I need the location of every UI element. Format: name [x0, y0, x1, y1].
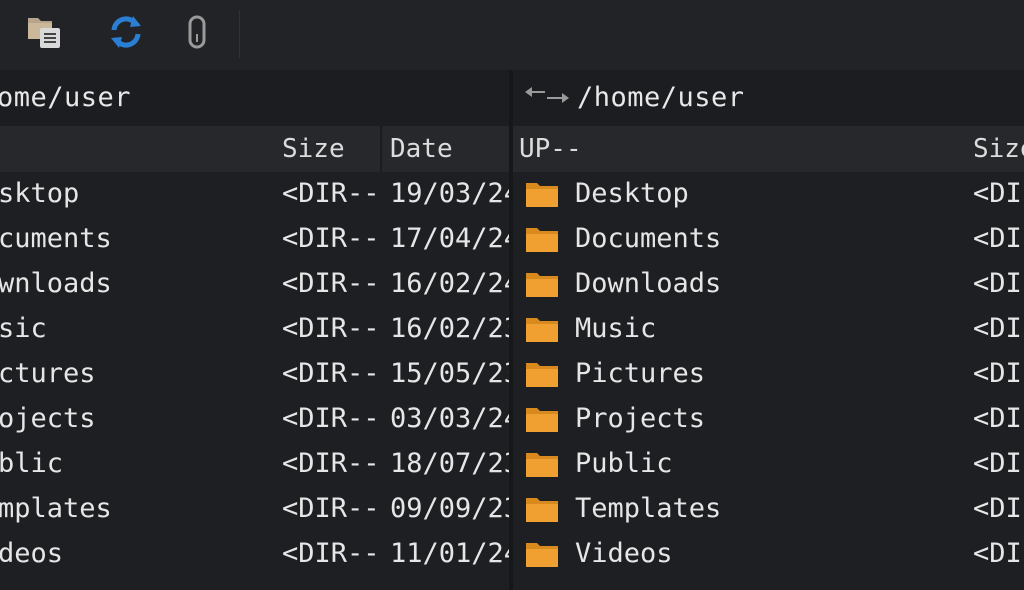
- file-date: 11/01/24: [390, 538, 509, 569]
- right-header-name[interactable]: UP--: [519, 134, 582, 164]
- file-size: <DI: [973, 493, 1022, 524]
- list-item[interactable]: sic <DIR-- 16/02/23: [0, 307, 509, 352]
- list-item[interactable]: cuments <DIR-- 17/04/24: [0, 217, 509, 262]
- file-size: <DIR--: [282, 448, 380, 479]
- file-name: mplates: [0, 493, 112, 524]
- list-item[interactable]: ojects <DIR-- 03/03/24: [0, 397, 509, 442]
- file-date: 15/05/23: [390, 358, 509, 389]
- file-name: sktop: [0, 178, 80, 209]
- file-date: 19/03/24: [390, 178, 509, 209]
- file-date: 16/02/23: [390, 313, 509, 344]
- file-name: Documents: [575, 223, 722, 254]
- folder-icon: [526, 498, 558, 522]
- right-path-bar[interactable]: /home/user: [513, 70, 1024, 126]
- folder-icon: [526, 228, 558, 252]
- folder-icon: [526, 453, 558, 477]
- left-header-size[interactable]: Size: [282, 134, 345, 164]
- list-item[interactable]: sktop <DIR-- 19/03/24: [0, 172, 509, 217]
- file-properties-button[interactable]: [22, 10, 66, 54]
- file-size: <DIR--: [282, 403, 380, 434]
- file-size: <DI: [973, 268, 1022, 299]
- file-name: cuments: [0, 223, 112, 254]
- list-item[interactable]: ctures <DIR-- 15/05/23: [0, 352, 509, 397]
- file-size: <DI: [973, 313, 1022, 344]
- right-column-header: UP-- Size: [513, 126, 1024, 172]
- list-item[interactable]: Desktop <DI: [513, 172, 1024, 217]
- left-header-date[interactable]: Date: [390, 134, 453, 164]
- list-item[interactable]: deos <DIR-- 11/01/24: [0, 532, 509, 577]
- file-name: deos: [0, 538, 64, 569]
- file-name: ctures: [0, 358, 96, 389]
- list-item[interactable]: Templates <DI: [513, 487, 1024, 532]
- toolbar: [0, 0, 1024, 71]
- file-size: <DIR--: [282, 178, 380, 209]
- file-size: <DIR--: [282, 493, 380, 524]
- file-date: 18/07/23: [390, 448, 509, 479]
- list-item[interactable]: wnloads <DIR-- 16/02/24: [0, 262, 509, 307]
- back-forward-arrows-icon[interactable]: [523, 84, 571, 110]
- file-name: blic: [0, 448, 64, 479]
- column-separator[interactable]: [380, 126, 382, 172]
- file-name: Downloads: [575, 268, 722, 299]
- folder-icon: [526, 363, 558, 387]
- file-size: <DI: [973, 538, 1022, 569]
- toolbar-separator: [239, 10, 240, 58]
- file-date: 09/09/23: [390, 493, 509, 524]
- right-panel[interactable]: /home/user UP-- Size Desktop <DI Documen…: [513, 70, 1024, 590]
- folder-icon: [526, 183, 558, 207]
- file-name: ojects: [0, 403, 96, 434]
- file-name: wnloads: [0, 268, 112, 299]
- drive-icon: [188, 15, 206, 49]
- file-size: <DIR--: [282, 538, 380, 569]
- file-size: <DIR--: [282, 223, 380, 254]
- file-date: 17/04/24: [390, 223, 509, 254]
- file-size: <DIR--: [282, 313, 380, 344]
- file-size: <DI: [973, 403, 1022, 434]
- mount-button[interactable]: [175, 10, 219, 54]
- left-path-bar[interactable]: ome/user: [0, 70, 509, 126]
- left-column-header: Size Date: [0, 126, 509, 172]
- file-size: <DI: [973, 178, 1022, 209]
- list-item[interactable]: blic <DIR-- 18/07/23: [0, 442, 509, 487]
- list-item[interactable]: Downloads <DI: [513, 262, 1024, 307]
- list-item[interactable]: mplates <DIR-- 09/09/23: [0, 487, 509, 532]
- folder-icon: [526, 408, 558, 432]
- refresh-icon: [111, 16, 141, 48]
- list-item[interactable]: Public <DI: [513, 442, 1024, 487]
- list-item[interactable]: Pictures <DI: [513, 352, 1024, 397]
- file-size: <DI: [973, 358, 1022, 389]
- file-date: 16/02/24: [390, 268, 509, 299]
- list-item[interactable]: Documents <DI: [513, 217, 1024, 262]
- file-name: Projects: [575, 403, 706, 434]
- file-size: <DI: [973, 448, 1022, 479]
- file-name: Pictures: [575, 358, 706, 389]
- list-item[interactable]: Videos <DI: [513, 532, 1024, 577]
- folder-icon: [526, 543, 558, 567]
- file-name: Templates: [575, 493, 722, 524]
- folder-icon: [526, 273, 558, 297]
- file-size: <DIR--: [282, 358, 380, 389]
- list-item[interactable]: Projects <DI: [513, 397, 1024, 442]
- right-path[interactable]: /home/user: [577, 82, 745, 113]
- refresh-button[interactable]: [104, 10, 148, 54]
- list-item[interactable]: Music <DI: [513, 307, 1024, 352]
- folder-icon: [526, 318, 558, 342]
- left-panel[interactable]: ome/user Size Date sktop <DIR-- 19/03/24…: [0, 70, 509, 590]
- folder-document-icon: [28, 18, 60, 48]
- file-name: Desktop: [575, 178, 689, 209]
- file-size: <DIR--: [282, 268, 380, 299]
- file-name: Music: [575, 313, 657, 344]
- file-date: 03/03/24: [390, 403, 509, 434]
- file-size: <DI: [973, 223, 1022, 254]
- right-header-size[interactable]: Size: [973, 134, 1024, 164]
- file-name: sic: [0, 313, 47, 344]
- file-name: Public: [575, 448, 673, 479]
- file-name: Videos: [575, 538, 673, 569]
- left-path[interactable]: ome/user: [0, 82, 131, 113]
